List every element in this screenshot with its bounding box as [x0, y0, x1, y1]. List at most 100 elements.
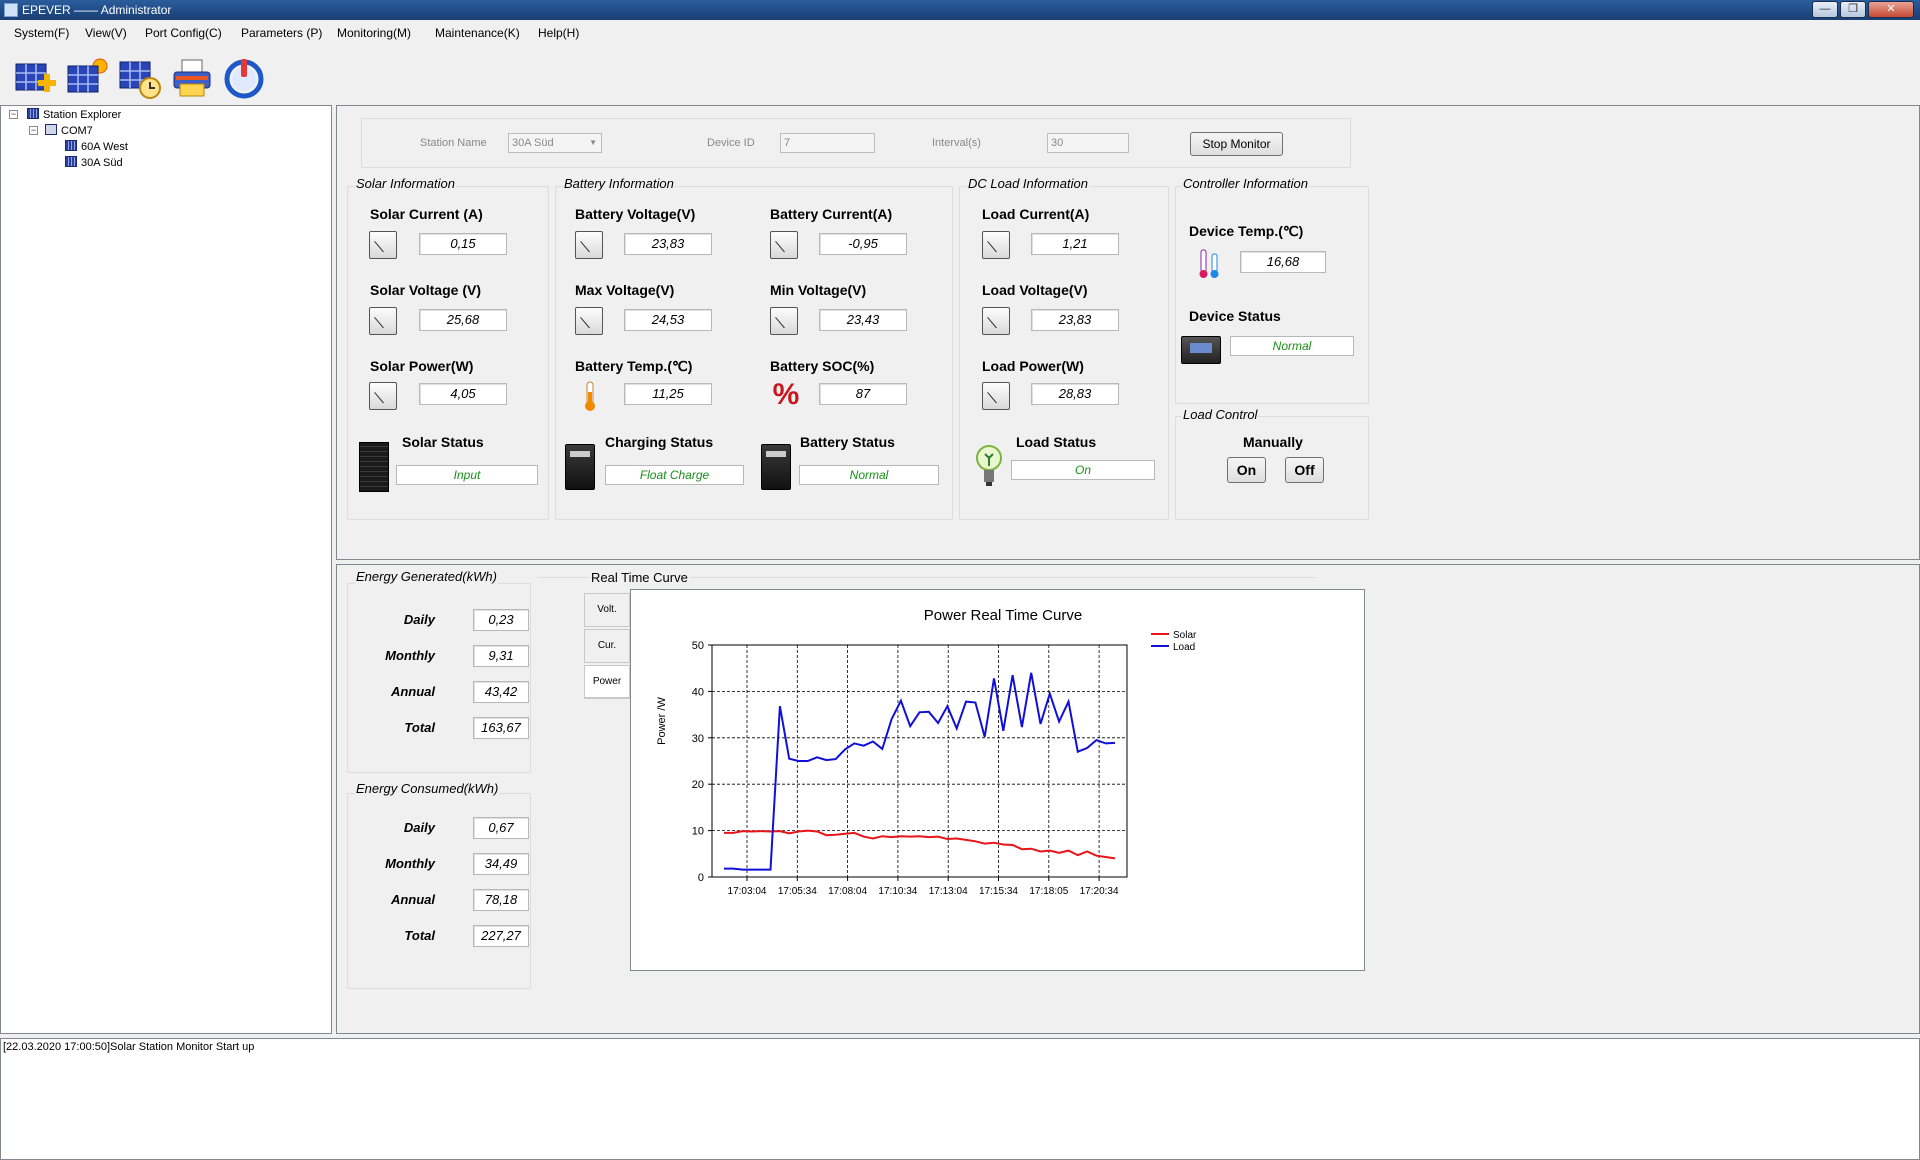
x-tick-label: 17:10:34: [878, 886, 917, 897]
battery-voltage-label: Battery Voltage(V): [575, 206, 696, 222]
load-power-value: 28,83: [1031, 383, 1119, 405]
log-line: [22.03.2020 17:00:50]Solar Station Monit…: [3, 1041, 255, 1053]
restore-button[interactable]: ❐: [1840, 1, 1866, 18]
tab-volt[interactable]: Volt.: [584, 593, 630, 627]
battery-voltage-value: 23,83: [624, 233, 712, 255]
energy-row-value: 34,49: [473, 853, 529, 875]
tab-power[interactable]: Power: [584, 665, 630, 699]
window-title: EPEVER —— Administrator: [22, 3, 172, 17]
series-line-load: [724, 672, 1116, 871]
gauge-icon: [575, 307, 603, 335]
controller-group-title: Controller Information: [1182, 176, 1309, 191]
y-tick-label: 0: [698, 872, 704, 884]
energy-consumed-title: Energy Consumed(kWh): [355, 781, 500, 796]
battery-temp-value: 11,25: [624, 383, 712, 405]
y-tick-label: 10: [692, 826, 704, 838]
energy-row-label: Monthly: [385, 648, 435, 663]
battery-status-value: Normal: [799, 465, 939, 485]
menu-maintenance[interactable]: Maintenance(K): [435, 26, 520, 40]
device-id-label: Device ID: [707, 137, 755, 149]
legend-label: Solar: [1173, 630, 1197, 641]
percent-icon: %: [772, 378, 800, 411]
energy-row-label: Total: [404, 928, 435, 943]
device-id-field[interactable]: 7: [780, 133, 875, 153]
gauge-icon: [369, 382, 397, 410]
chart-grid: [712, 645, 1127, 877]
y-tick-label: 20: [692, 779, 704, 791]
gauge-icon: [575, 231, 603, 259]
energy-row-label: Total: [404, 720, 435, 735]
close-button[interactable]: ✕: [1868, 1, 1914, 18]
menu-port-config[interactable]: Port Config(C): [145, 26, 222, 40]
tree-port[interactable]: COM7: [45, 124, 93, 137]
load-group-title: DC Load Information: [967, 176, 1089, 191]
menu-view[interactable]: View(V): [85, 26, 127, 40]
series-line-solar: [724, 829, 1116, 860]
solar-power-label: Solar Power(W): [370, 358, 474, 374]
solar-voltage-label: Solar Voltage (V): [370, 282, 481, 298]
chart-series-group: [724, 672, 1116, 871]
device-temp-label: Device Temp.(℃): [1189, 223, 1304, 239]
y-tick-label: 40: [692, 686, 704, 698]
tree-device[interactable]: 30A Süd: [65, 156, 123, 169]
device-temp-value: 16,68: [1240, 251, 1326, 273]
load-status-label: Load Status: [1016, 434, 1097, 450]
battery-current-label: Battery Current(A): [770, 206, 893, 222]
tab-cur[interactable]: Cur.: [584, 629, 630, 663]
solar-panel-icon: [359, 442, 389, 492]
solar-group-title: Solar Information: [355, 176, 456, 191]
thermometer-icon: [1195, 248, 1225, 280]
app-icon: [4, 3, 18, 17]
load-control-mode: Manually: [1243, 434, 1303, 450]
x-tick-label: 17:13:04: [929, 886, 968, 897]
tree-root[interactable]: Station Explorer: [27, 108, 121, 121]
max-voltage-label: Max Voltage(V): [575, 282, 675, 298]
station-name-label: Station Name: [420, 137, 487, 149]
energy-row-value: 0,67: [473, 817, 529, 839]
battery-soc-label: Battery SOC(%): [770, 358, 875, 374]
energy-row-label: Daily: [403, 820, 435, 835]
solar-current-value: 0,15: [419, 233, 507, 255]
monitor-panel: Station Name 30A Süd ▼ Device ID 7 Inter…: [336, 105, 1920, 560]
load-power-label: Load Power(W): [982, 358, 1084, 374]
battery-current-value: -0,95: [819, 233, 907, 255]
solar-status-value: Input: [396, 465, 538, 485]
y-tick-label: 30: [692, 733, 704, 745]
menu-parameters[interactable]: Parameters (P): [241, 26, 322, 40]
minimize-button[interactable]: —: [1812, 1, 1838, 18]
curve-title: Real Time Curve: [589, 570, 690, 585]
stop-monitor-button[interactable]: Stop Monitor: [1190, 132, 1283, 156]
menu-help[interactable]: Help(H): [538, 26, 579, 40]
tree-device[interactable]: 60A West: [65, 140, 128, 153]
energy-row-value: 0,23: [473, 609, 529, 631]
printer-icon[interactable]: [170, 56, 214, 100]
port-tree-icon: [45, 124, 57, 135]
add-station-icon[interactable]: [14, 56, 58, 100]
station-clock-icon[interactable]: [118, 56, 162, 100]
energy-row-label: Daily: [403, 612, 435, 627]
device-tree-icon: [65, 156, 77, 167]
solar-voltage-value: 25,68: [419, 309, 507, 331]
load-on-button[interactable]: On: [1227, 457, 1266, 483]
solar-station-icon[interactable]: [66, 56, 110, 100]
tree-collapse-toggle[interactable]: −: [29, 126, 38, 135]
energy-generated-title: Energy Generated(kWh): [355, 569, 498, 584]
menu-system[interactable]: System(F): [14, 26, 69, 40]
chart-y-axis-label: Power /W: [656, 697, 668, 745]
menu-monitoring[interactable]: Monitoring(M): [337, 26, 411, 40]
load-off-button[interactable]: Off: [1285, 457, 1324, 483]
plot-frame: [711, 644, 1128, 878]
load-voltage-value: 23,83: [1031, 309, 1119, 331]
station-name-select[interactable]: 30A Süd ▼: [508, 133, 602, 153]
energy-row-label: Monthly: [385, 856, 435, 871]
chart-legend: SolarLoad: [1151, 630, 1197, 653]
battery-temp-label: Battery Temp.(℃): [575, 358, 693, 374]
x-tick-label: 17:05:34: [778, 886, 817, 897]
power-icon[interactable]: [222, 56, 266, 100]
interval-field[interactable]: 30: [1047, 133, 1129, 153]
tree-collapse-toggle[interactable]: −: [9, 110, 18, 119]
device-status-label: Device Status: [1189, 308, 1281, 324]
energy-row-value: 78,18: [473, 889, 529, 911]
x-tick-label: 17:15:34: [979, 886, 1018, 897]
device-tree-icon: [65, 140, 77, 151]
